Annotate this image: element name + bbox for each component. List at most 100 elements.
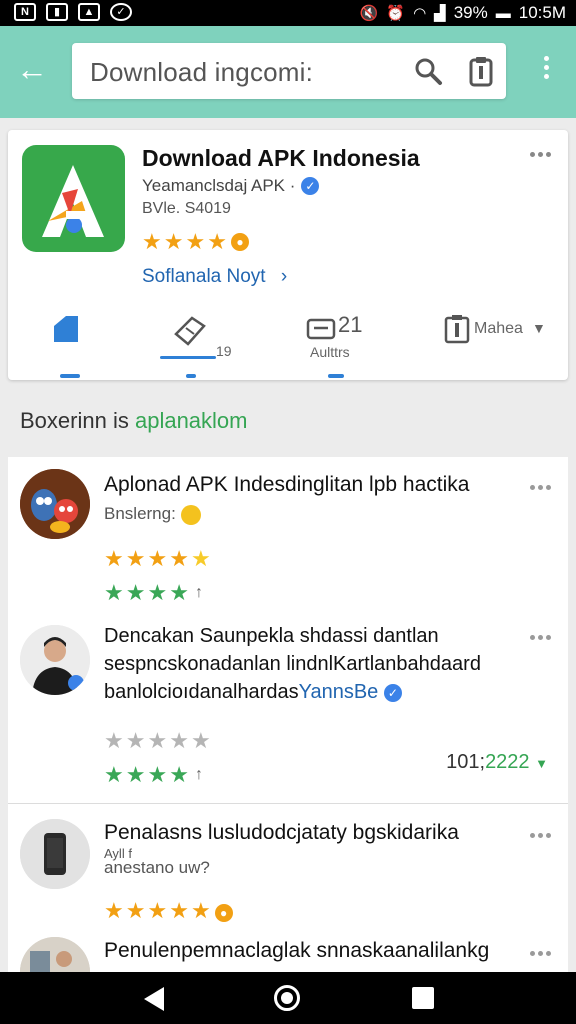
star-icon: ★ bbox=[190, 546, 211, 571]
tag-count: 19 bbox=[216, 343, 232, 359]
tag-indicator bbox=[186, 374, 196, 378]
tag-icon bbox=[174, 316, 206, 346]
star-icon: ★ bbox=[125, 580, 146, 605]
bookmark-action[interactable] bbox=[52, 314, 80, 349]
star-icon: ★ bbox=[147, 762, 168, 787]
rating-stars-green: ★ ★ ★ ★ ↑ bbox=[104, 581, 203, 605]
review-title: Aplonad APK Indesdinglitan lpb hactika bbox=[104, 473, 470, 496]
reviews-panel: Aplonad APK Indesdinglitan lpb hactika B… bbox=[8, 457, 568, 1007]
print-action[interactable] bbox=[306, 314, 336, 347]
person-avatar[interactable] bbox=[20, 625, 90, 695]
search-input[interactable]: Download ingcomi: bbox=[72, 43, 506, 99]
card-overflow-button[interactable] bbox=[530, 152, 552, 160]
developer-line[interactable]: Yeamanclsdaj APK · ✓ bbox=[142, 176, 320, 196]
star-icon: ★ bbox=[147, 898, 168, 923]
star-icon: ★ bbox=[104, 898, 124, 923]
star-icon: ★ bbox=[142, 229, 162, 254]
award-icon: ● bbox=[230, 233, 249, 251]
back-button[interactable]: ← bbox=[14, 52, 50, 88]
review-overflow-button[interactable] bbox=[530, 833, 552, 841]
star-icon: ★ bbox=[169, 546, 189, 571]
phone-avatar[interactable] bbox=[20, 819, 90, 889]
verified-icon: ✓ bbox=[383, 683, 402, 702]
section-title-prefix: Boxerinn is bbox=[20, 408, 129, 433]
review-count[interactable]: 101;2222 ▼ bbox=[446, 751, 548, 774]
star-icon: ★ bbox=[125, 762, 146, 787]
cartoon-avatar[interactable] bbox=[20, 469, 90, 539]
rating-stars-gray: ★ ★ ★ ★ ★ bbox=[104, 729, 211, 753]
divider bbox=[8, 803, 568, 804]
app-bar: ← Download ingcomi: bbox=[0, 26, 576, 118]
review-overflow-button[interactable] bbox=[530, 635, 552, 643]
star-icon: ★ bbox=[147, 546, 168, 571]
star-icon: ★ bbox=[104, 762, 124, 787]
nav-recents-button[interactable] bbox=[412, 987, 434, 1009]
review-title: Penalasns lusludodcjataty bgskidarika bbox=[104, 821, 459, 844]
rating-stars-orange: ★ ★ ★ ★ ★ bbox=[104, 547, 211, 571]
overflow-menu-button[interactable] bbox=[532, 52, 560, 92]
app-card[interactable]: Download APK Indonesia Yeamanclsdaj APK … bbox=[8, 130, 568, 380]
chevron-down-icon: ▼ bbox=[535, 756, 548, 771]
star-icon: ★ bbox=[163, 229, 184, 254]
mute-icon: 🔇 bbox=[359, 5, 379, 22]
star-icon: ★ bbox=[104, 580, 124, 605]
review-author-link[interactable]: YannsBe bbox=[299, 681, 379, 703]
review-overflow-button[interactable] bbox=[530, 951, 552, 959]
emoji-icon bbox=[180, 504, 201, 525]
rating-stars-orange: ★ ★ ★ ★ ★ ● bbox=[104, 899, 233, 923]
upvote-icon[interactable]: ↑ bbox=[195, 584, 203, 602]
bookmark-icon bbox=[54, 316, 78, 342]
award-icon: ● bbox=[214, 903, 233, 922]
developer-link[interactable]: Soflanala Noyt › bbox=[142, 266, 287, 288]
star-icon: ★ bbox=[125, 728, 146, 753]
developer-name: Yeamanclsdaj APK · bbox=[142, 176, 296, 195]
arrow-left-icon: ← bbox=[16, 51, 48, 87]
rating-stars-green: ★ ★ ★ ★ ↑ bbox=[104, 763, 203, 787]
review-line-2: sespncskonadanlan lindnlKartlanbahdaard bbox=[104, 653, 481, 675]
search-icon[interactable] bbox=[412, 55, 444, 87]
star-icon: ★ bbox=[169, 728, 189, 753]
wifi-icon: ◠ bbox=[413, 5, 427, 22]
nav-home-button[interactable] bbox=[274, 985, 300, 1011]
status-bar: N ▮ ▲ ✓ 🔇 ⏰ ◠ ▟ 39% ▬ 10:5M bbox=[0, 0, 576, 26]
app-rating: ★ ★ ★ ★ ● bbox=[142, 230, 249, 254]
section-title-accent: aplanaklom bbox=[134, 408, 248, 433]
star-icon: ★ bbox=[125, 898, 146, 923]
print-value: 21 bbox=[338, 312, 363, 337]
tag-action[interactable] bbox=[172, 314, 208, 355]
clipboard-label[interactable]: Mahea bbox=[474, 320, 523, 338]
star-icon: ★ bbox=[169, 898, 189, 923]
alarm-icon: ⏰ bbox=[386, 5, 406, 22]
app-logo bbox=[22, 145, 125, 252]
star-icon: ★ bbox=[147, 728, 168, 753]
star-icon: ★ bbox=[190, 728, 211, 753]
review-overflow-button[interactable] bbox=[530, 485, 552, 493]
star-icon: ★ bbox=[190, 898, 211, 923]
clipboard-action[interactable] bbox=[444, 314, 470, 349]
navigation-bar bbox=[0, 972, 576, 1024]
image-notification-icon: ▲ bbox=[78, 3, 100, 21]
search-query: Download ingcomi: bbox=[90, 57, 314, 87]
action-row: 19 21 Aulttrs Mahea ▼ bbox=[8, 308, 568, 380]
clock: 10:5M bbox=[518, 3, 566, 22]
review-subtitle: anestano uw? bbox=[104, 858, 210, 877]
star-icon: ★ bbox=[169, 580, 189, 605]
tag-selected-indicator bbox=[160, 356, 216, 359]
upvote-icon[interactable]: ↑ bbox=[195, 766, 203, 784]
app-title: Download APK Indonesia bbox=[142, 145, 420, 171]
app-version: BVle. S4019 bbox=[142, 200, 231, 217]
star-icon: ★ bbox=[147, 580, 168, 605]
bookmark-indicator bbox=[60, 374, 80, 378]
review-subtitle: Bnslerng: bbox=[104, 504, 201, 525]
chevron-down-icon[interactable]: ▼ bbox=[532, 320, 546, 336]
star-icon: ★ bbox=[207, 229, 227, 254]
chevron-right-icon: › bbox=[280, 266, 288, 287]
nav-back-button[interactable] bbox=[144, 987, 164, 1011]
clipboard-icon[interactable] bbox=[468, 55, 494, 87]
print-label: Aulttrs bbox=[310, 344, 350, 360]
verified-icon: ✓ bbox=[301, 177, 320, 195]
star-icon: ★ bbox=[104, 546, 124, 571]
developer-link-text: Soflanala Noyt bbox=[142, 266, 266, 287]
signal-icon: ▟ bbox=[434, 5, 446, 22]
star-icon: ★ bbox=[169, 762, 189, 787]
